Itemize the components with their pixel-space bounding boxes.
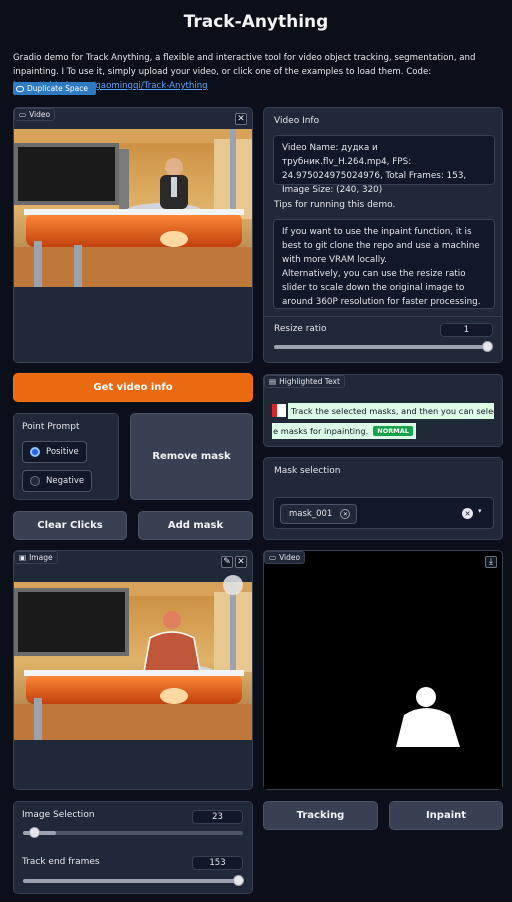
download-icon[interactable]: ⤓: [485, 556, 497, 568]
track-end-frames-label: Track end frames: [22, 857, 100, 867]
edit-icon[interactable]: ✎: [221, 556, 233, 568]
image-icon: ▣: [19, 553, 27, 562]
resize-ratio-input[interactable]: 1: [440, 323, 493, 337]
duplicate-icon: [16, 85, 24, 92]
clear-selection-icon[interactable]: ✕: [462, 508, 473, 519]
video-output-label-text: Video: [279, 553, 301, 562]
video-input-panel: ▭ Video ✕: [13, 107, 253, 363]
normal-badge: NORMAL: [373, 426, 413, 436]
tips-heading: Tips for running this demo.: [274, 200, 396, 210]
image-selection-label: Image Selection: [22, 810, 95, 820]
highlighted-line-2-row: e masks for inpainting. NORMAL: [272, 423, 416, 439]
remove-mask-button[interactable]: Remove mask: [130, 413, 253, 500]
page-title: Track-Anything: [183, 12, 329, 32]
highlight-color-marker: [272, 404, 286, 417]
clear-clicks-button[interactable]: Clear Clicks: [13, 511, 127, 540]
chevron-down-icon[interactable]: ▾: [478, 507, 482, 515]
tips-text[interactable]: If you want to use the inpaint function,…: [273, 219, 495, 309]
duplicate-space-button[interactable]: Duplicate Space: [13, 82, 96, 95]
close-icon[interactable]: ✕: [235, 113, 247, 125]
video-input-label-text: Video: [29, 110, 51, 119]
image-selection-thumb[interactable]: [29, 827, 40, 838]
description-text: Gradio demo for Track Anything, a flexib…: [13, 53, 476, 77]
video-output-panel: ▭ Video ⤓: [263, 550, 503, 790]
mask-chip-label: mask_001: [289, 509, 333, 519]
radio-positive-dot: [30, 447, 40, 457]
resize-ratio-slider[interactable]: [274, 341, 493, 352]
chip-remove-icon[interactable]: ✕: [340, 509, 351, 519]
radio-positive[interactable]: Positive: [22, 441, 87, 463]
radio-negative-dot: [30, 476, 40, 486]
video-input-label: ▭ Video: [14, 108, 56, 121]
radio-negative[interactable]: Negative: [22, 470, 92, 492]
image-panel: ▣ Image ✎ ✕: [13, 550, 253, 790]
point-prompt-panel: Point Prompt Positive Negative: [13, 413, 119, 500]
image-selection-slider[interactable]: [23, 827, 243, 838]
highlighted-line-2: e masks for inpainting.: [273, 426, 369, 436]
image-selection-input[interactable]: 23: [192, 810, 243, 824]
tracking-button[interactable]: Tracking: [263, 801, 378, 830]
video-output-label: ▭ Video: [264, 551, 306, 564]
radio-positive-label: Positive: [46, 447, 79, 457]
image-label-text: Image: [29, 553, 53, 562]
track-end-frames-input[interactable]: 153: [192, 856, 243, 870]
mask-chip[interactable]: mask_001 ✕: [280, 504, 358, 524]
video-info-heading: Video Info: [274, 116, 320, 126]
image-frame[interactable]: [14, 582, 252, 740]
highlighted-text-panel: ▤ Highlighted Text Track the selected ma…: [263, 374, 503, 447]
mask-video-frame[interactable]: [264, 631, 502, 789]
duplicate-label: Duplicate Space: [27, 84, 88, 93]
video-info-panel: Video Info Video Name: дудка и трубник.f…: [263, 107, 503, 363]
track-end-frames-thumb[interactable]: [233, 875, 244, 886]
add-mask-button[interactable]: Add mask: [138, 511, 253, 540]
divider: [264, 316, 502, 317]
highlighted-text-label: ▤ Highlighted Text: [264, 375, 345, 388]
image-label: ▣ Image: [14, 551, 58, 564]
mask-selection-label: Mask selection: [274, 466, 341, 476]
point-prompt-label: Point Prompt: [22, 422, 80, 432]
resize-ratio-fill: [274, 345, 492, 349]
canvas-tool-icon[interactable]: [223, 575, 243, 595]
track-end-frames-fill: [23, 879, 243, 883]
highlighted-line-1: Track the selected masks, and then you c…: [288, 403, 494, 419]
frame-sliders-panel: Image Selection 23 Track end frames 153: [13, 801, 253, 894]
video-frame[interactable]: [14, 129, 252, 287]
get-video-info-button[interactable]: Get video info: [13, 373, 253, 402]
close-icon[interactable]: ✕: [235, 556, 247, 568]
radio-negative-label: Negative: [46, 476, 85, 486]
video-icon: ▭: [19, 110, 27, 119]
highlight-icon: ▤: [269, 377, 277, 386]
video-info-text[interactable]: Video Name: дудка и трубник.flv_H.264.mp…: [273, 135, 495, 195]
resize-ratio-thumb[interactable]: [482, 341, 493, 352]
inpaint-button[interactable]: Inpaint: [389, 801, 503, 830]
mask-selection-dropdown[interactable]: mask_001 ✕ ✕ ▾: [273, 497, 494, 529]
mask-selection-panel: Mask selection mask_001 ✕ ✕ ▾: [263, 457, 503, 540]
video-icon: ▭: [269, 553, 277, 562]
track-end-frames-slider[interactable]: [23, 875, 244, 886]
highlighted-text-label-text: Highlighted Text: [279, 377, 340, 386]
resize-ratio-label: Resize ratio: [274, 324, 327, 334]
